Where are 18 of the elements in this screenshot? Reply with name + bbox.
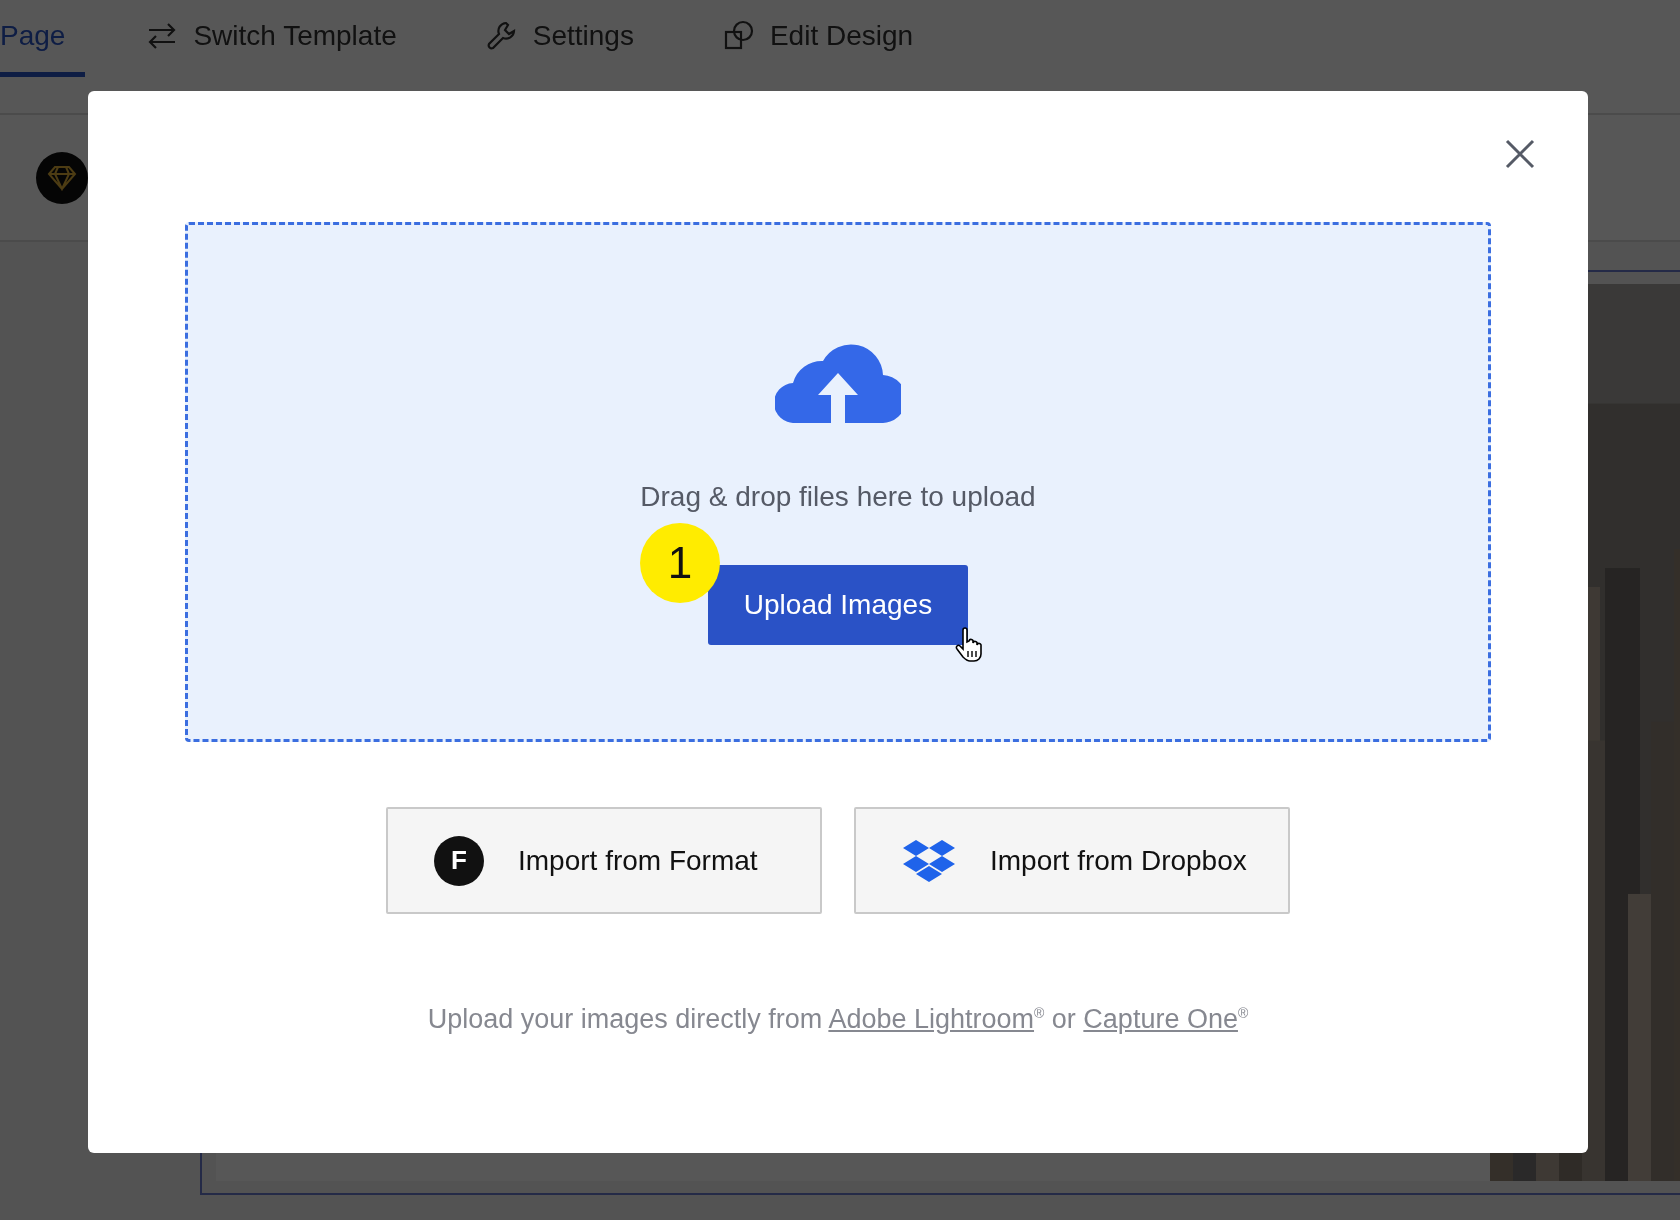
import-note: Upload your images directly from Adobe Lightroom$^{®}$ or Capture One$^{®}$	[427, 1004, 1249, 1035]
import-button[interactable]: Import from Dropbox	[854, 807, 1290, 914]
import-button[interactable]: F Import from Format	[386, 807, 822, 914]
drop-zone[interactable]: Drag & drop files here to upload Upload Images 1	[185, 222, 1491, 742]
tab[interactable]: Edit Design	[721, 0, 958, 77]
tab[interactable]: Page	[0, 0, 86, 77]
hand-cursor-icon	[954, 627, 984, 663]
link[interactable]: Capture One	[1083, 1004, 1238, 1034]
tab[interactable]: Switch Template	[145, 0, 441, 77]
dropbox-icon	[902, 837, 956, 884]
cloud-upload-icon	[775, 343, 901, 423]
step-badge: 1	[640, 523, 720, 603]
format-logo-icon: F	[434, 835, 484, 886]
drop-instruction: Drag & drop files here to upload	[640, 481, 1036, 513]
upload-images-button[interactable]: Upload Images	[708, 565, 968, 645]
link[interactable]: Adobe Lightroom	[828, 1004, 1034, 1034]
close-icon[interactable]	[1504, 138, 1536, 170]
tab[interactable]: Settings	[484, 0, 678, 77]
